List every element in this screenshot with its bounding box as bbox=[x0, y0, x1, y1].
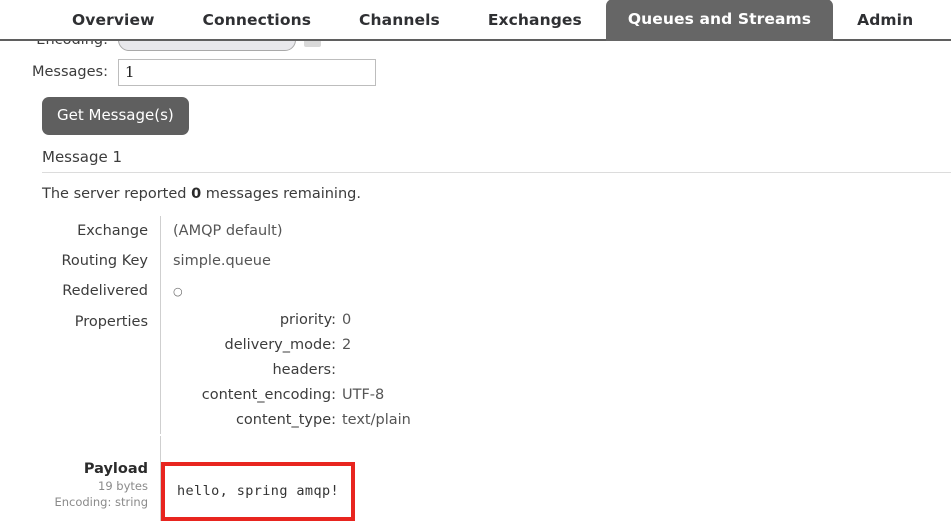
tab-channels[interactable]: Channels bbox=[335, 1, 464, 41]
nav-item-overview[interactable]: Overview bbox=[48, 1, 179, 41]
property-row-headers: headers: bbox=[161, 359, 411, 384]
property-row-content-encoding: content_encoding: UTF-8 bbox=[161, 384, 411, 409]
tab-queues-and-streams[interactable]: Queues and Streams bbox=[605, 0, 834, 41]
properties-label: Properties bbox=[74, 314, 148, 330]
property-key: content_type: bbox=[235, 412, 336, 428]
exchange-label: Exchange bbox=[77, 223, 148, 239]
remaining-suffix: messages remaining. bbox=[201, 186, 361, 202]
remaining-prefix: The server reported bbox=[42, 186, 192, 202]
message-detail-table: Exchange (AMQP default) Routing Key simp… bbox=[0, 216, 951, 521]
payload-encoding: Encoding: string bbox=[54, 494, 148, 509]
properties-value: priority: 0 delivery_mode: 2 headers: co… bbox=[160, 307, 951, 434]
table-row-routing-key: Routing Key simple.queue bbox=[0, 246, 951, 276]
routing-key-value: simple.queue bbox=[160, 246, 951, 276]
routing-key-label: Routing Key bbox=[61, 253, 149, 269]
property-key: priority: bbox=[279, 312, 336, 328]
tab-exchanges[interactable]: Exchanges bbox=[464, 1, 606, 41]
nav-item-admin[interactable]: Admin bbox=[833, 1, 937, 41]
property-value: UTF-8 bbox=[342, 387, 385, 403]
redelivered-label: Redelivered bbox=[62, 283, 148, 299]
payload-label: Payload bbox=[83, 461, 148, 477]
property-row-priority: priority: 0 bbox=[161, 309, 411, 334]
property-value: text/plain bbox=[342, 412, 411, 428]
messages-count-input[interactable] bbox=[118, 58, 376, 86]
nav-item-connections[interactable]: Connections bbox=[179, 1, 336, 41]
tab-connections[interactable]: Connections bbox=[179, 1, 336, 41]
messages-label: Messages: bbox=[32, 64, 108, 80]
message-section-heading: Message 1 bbox=[42, 148, 951, 173]
nav-item-queues-and-streams[interactable]: Queues and Streams bbox=[605, 0, 834, 41]
get-messages-button[interactable]: Get Message(s) bbox=[42, 97, 189, 135]
messages-remaining-text: The server reported 0 messages remaining… bbox=[42, 186, 361, 202]
payload-label-group: Payload 19 bytes Encoding: string bbox=[0, 436, 160, 509]
exchange-value: (AMQP default) bbox=[160, 216, 951, 246]
property-key: headers: bbox=[272, 362, 336, 378]
payload-highlight-box: hello, spring amqp! bbox=[161, 462, 356, 521]
property-key: delivery_mode: bbox=[224, 337, 336, 353]
nav-item-channels[interactable]: Channels bbox=[335, 1, 464, 41]
tab-overview[interactable]: Overview bbox=[48, 1, 179, 41]
nav-item-exchanges[interactable]: Exchanges bbox=[464, 1, 606, 41]
nav-tab-list: Overview Connections Channels Exchanges … bbox=[48, 0, 937, 41]
table-row-exchange: Exchange (AMQP default) bbox=[0, 216, 951, 246]
redelivered-value: ○ bbox=[160, 276, 951, 307]
circle-icon: ○ bbox=[173, 285, 183, 298]
messages-row: Messages: bbox=[0, 56, 951, 88]
payload-value: hello, spring amqp! bbox=[160, 436, 951, 521]
property-row-delivery-mode: delivery_mode: 2 bbox=[161, 334, 411, 359]
payload-text: hello, spring amqp! bbox=[177, 483, 340, 499]
property-value bbox=[342, 359, 411, 384]
property-value: 2 bbox=[342, 337, 352, 353]
property-key: content_encoding: bbox=[201, 387, 336, 403]
property-value: 0 bbox=[342, 312, 352, 328]
tab-admin[interactable]: Admin bbox=[833, 1, 937, 41]
properties-table: priority: 0 delivery_mode: 2 headers: co… bbox=[161, 309, 411, 434]
table-row-properties: Properties priority: 0 delivery_mode: 2 … bbox=[0, 307, 951, 434]
table-row-payload: Payload 19 bytes Encoding: string hello,… bbox=[0, 436, 951, 521]
remaining-count: 0 bbox=[191, 186, 202, 202]
property-row-content-type: content_type: text/plain bbox=[161, 409, 411, 434]
table-row-redelivered: Redelivered ○ bbox=[0, 276, 951, 307]
main-navigation: Overview Connections Channels Exchanges … bbox=[0, 0, 951, 41]
payload-size: 19 bytes bbox=[98, 479, 148, 494]
